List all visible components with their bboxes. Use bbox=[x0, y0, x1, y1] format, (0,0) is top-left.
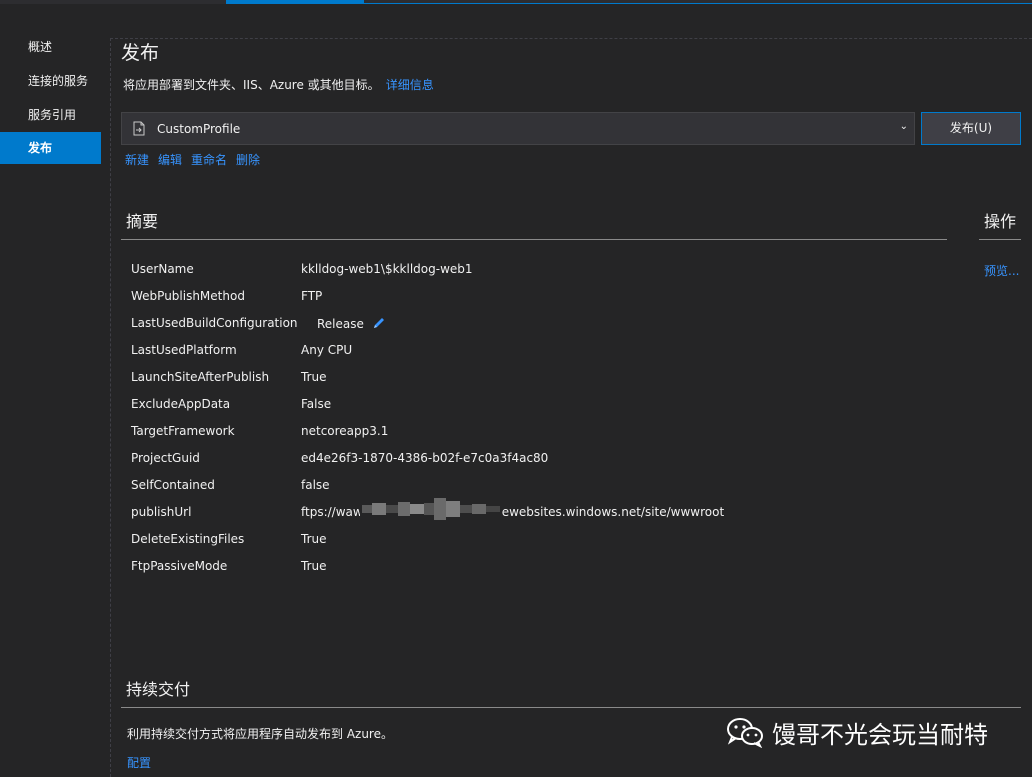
sidebar-item-service-references[interactable]: 服务引用 bbox=[0, 99, 101, 131]
prop-name-delete-existing: DeleteExistingFiles bbox=[131, 532, 245, 546]
prop-value-webpublishmethod: FTP bbox=[301, 289, 323, 303]
summary-heading: 摘要 bbox=[126, 212, 159, 231]
publish-profile-icon bbox=[133, 121, 145, 136]
publish-profile-dropdown[interactable]: CustomProfile ⌄ bbox=[121, 112, 915, 145]
rename-profile-link[interactable]: 重命名 bbox=[191, 153, 227, 167]
preview-link[interactable]: 预览... bbox=[984, 262, 1019, 279]
wechat-watermark: 馒哥不光会玩当耐特 bbox=[726, 715, 988, 749]
prop-value-target-framework: netcoreapp3.1 bbox=[301, 424, 389, 438]
publish-button[interactable]: 发布(U) bbox=[921, 112, 1021, 145]
new-profile-link[interactable]: 新建 bbox=[125, 153, 149, 167]
operations-divider bbox=[979, 239, 1021, 240]
watermark-text: 馒哥不光会玩当耐特 bbox=[772, 720, 988, 749]
publish-panel bbox=[110, 38, 1032, 777]
prop-value-ftp-passive: True bbox=[301, 559, 327, 573]
cd-description: 利用持续交付方式将应用程序自动发布到 Azure。 bbox=[127, 727, 393, 741]
prop-value-exclude-app-data: False bbox=[301, 397, 332, 411]
details-link[interactable]: 详细信息 bbox=[386, 78, 434, 92]
summary-divider bbox=[121, 239, 947, 240]
pencil-icon[interactable] bbox=[372, 316, 386, 330]
prop-value-build-configuration-row: Release bbox=[317, 316, 386, 331]
prop-value-project-guid: ed4e26f3-1870-4386-b02f-e7c0a3f4ac80 bbox=[301, 451, 549, 465]
prop-name-launch-site: LaunchSiteAfterPublish bbox=[131, 370, 270, 384]
tab-strip bbox=[0, 0, 1032, 4]
sidebar-item-publish[interactable]: 发布 bbox=[0, 132, 101, 164]
cd-divider bbox=[121, 707, 1021, 708]
tab-accent-line bbox=[364, 3, 1032, 4]
prop-name-webpublishmethod: WebPublishMethod bbox=[131, 289, 245, 303]
prop-name-ftp-passive: FtpPassiveMode bbox=[131, 559, 228, 573]
selected-profile: CustomProfile bbox=[157, 122, 241, 136]
profile-actions: 新建 编辑 重命名 删除 bbox=[125, 151, 269, 168]
prop-value-platform: Any CPU bbox=[301, 343, 353, 357]
prop-value-launch-site: True bbox=[301, 370, 327, 384]
redaction-mosaic bbox=[360, 497, 502, 521]
prop-name-project-guid: ProjectGuid bbox=[131, 451, 200, 465]
subtitle-text: 将应用部署到文件夹、IIS、Azure 或其他目标。 bbox=[123, 78, 380, 92]
operations-heading: 操作 bbox=[984, 212, 1017, 231]
page-subtitle: 将应用部署到文件夹、IIS、Azure 或其他目标。 详细信息 bbox=[123, 76, 434, 93]
sidebar: 概述 连接的服务 服务引用 发布 bbox=[0, 4, 110, 777]
prop-value-build-configuration: Release bbox=[317, 317, 364, 331]
sidebar-item-connected-services[interactable]: 连接的服务 bbox=[0, 65, 101, 97]
prop-name-build-configuration: LastUsedBuildConfiguration bbox=[131, 316, 298, 330]
edit-profile-link[interactable]: 编辑 bbox=[158, 153, 182, 167]
prop-name-platform: LastUsedPlatform bbox=[131, 343, 237, 357]
cd-heading: 持续交付 bbox=[126, 680, 191, 699]
page-title: 发布 bbox=[121, 42, 160, 64]
configure-link[interactable]: 配置 bbox=[127, 754, 151, 771]
active-document-tab[interactable] bbox=[226, 0, 364, 4]
chevron-down-icon: ⌄ bbox=[899, 121, 908, 132]
prop-name-publish-url: publishUrl bbox=[131, 505, 192, 519]
prop-name-target-framework: TargetFramework bbox=[131, 424, 235, 438]
delete-profile-link[interactable]: 删除 bbox=[236, 153, 260, 167]
prop-value-username: kklldog-web1\$kklldog-web1 bbox=[301, 262, 473, 276]
prop-name-username: UserName bbox=[131, 262, 194, 276]
prop-name-exclude-app-data: ExcludeAppData bbox=[131, 397, 231, 411]
prop-name-self-contained: SelfContained bbox=[131, 478, 215, 492]
prop-value-self-contained: false bbox=[301, 478, 330, 492]
prop-value-delete-existing: True bbox=[301, 532, 327, 546]
wechat-icon bbox=[727, 718, 763, 748]
sidebar-item-overview[interactable]: 概述 bbox=[0, 31, 101, 63]
